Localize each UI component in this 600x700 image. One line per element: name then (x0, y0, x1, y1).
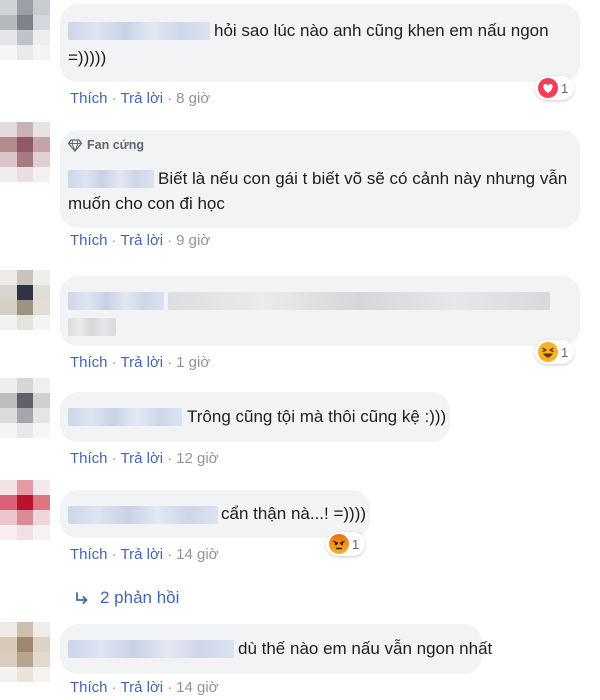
love-icon (538, 78, 558, 98)
separator-dot: · (111, 232, 117, 249)
comment-actions: Thích · Trả lời · 9 giờ (70, 232, 210, 249)
separator-dot: · (111, 679, 117, 696)
comment-text: =))))) (68, 48, 107, 67)
separator-dot: · (111, 546, 117, 563)
reply-link[interactable]: Trả lời (121, 232, 164, 249)
reply-arrow-icon (76, 592, 88, 604)
blurred-author-name[interactable] (68, 292, 164, 310)
comment-timestamp[interactable]: 1 giờ (176, 354, 210, 371)
separator-dot: · (111, 450, 117, 467)
like-link[interactable]: Thích (70, 679, 108, 696)
like-link[interactable]: Thích (70, 546, 108, 563)
comment-actions: Thích · Trả lời · 1 giờ (70, 354, 210, 371)
avatar[interactable] (0, 270, 50, 330)
separator-dot: · (167, 450, 173, 467)
reaction-summary[interactable]: 1 (326, 532, 366, 556)
blurred-comment-text (168, 292, 550, 310)
haha-icon (538, 342, 558, 362)
comment-actions: Thích · Trả lời · 14 giờ (70, 546, 219, 563)
reaction-summary[interactable]: 1 (535, 340, 575, 364)
blurred-author-name[interactable] (68, 170, 154, 188)
reply-link[interactable]: Trả lời (121, 546, 164, 563)
reaction-summary[interactable]: 1 (535, 76, 575, 100)
comment-text: dù thế nào em nấu vẫn ngon nhất (238, 639, 493, 658)
like-link[interactable]: Thích (70, 354, 108, 371)
reaction-count: 1 (561, 344, 569, 360)
replies-label: 2 phản hồi (100, 588, 180, 607)
comment-timestamp[interactable]: 12 giờ (176, 450, 218, 467)
comment-actions: Thích · Trả lời · 8 giờ (70, 90, 210, 107)
comment-text: Biết là nếu con gái t biết võ sẽ có cảnh… (158, 169, 568, 188)
comment-timestamp[interactable]: 14 giờ (176, 546, 218, 563)
like-link[interactable]: Thích (70, 90, 108, 107)
comment-text: Trông cũng tội mà thôi cũng kệ :))) (187, 407, 447, 426)
comment-timestamp[interactable]: 8 giờ (176, 90, 210, 107)
like-link[interactable]: Thích (70, 232, 108, 249)
fan-badge[interactable]: Fan cứng (68, 138, 144, 152)
comment-bubble: hỏi sao lúc nào anh cũng khen em nấu ngo… (60, 4, 580, 82)
avatar[interactable] (0, 378, 50, 438)
reply-link[interactable]: Trả lời (121, 354, 164, 371)
reaction-count: 1 (561, 80, 569, 96)
reply-link[interactable]: Trả lời (121, 450, 164, 467)
avatar[interactable] (0, 622, 50, 682)
blurred-author-name[interactable] (68, 640, 234, 658)
view-replies-link[interactable]: 2 phản hồi (74, 588, 179, 608)
blurred-author-name[interactable] (68, 22, 210, 40)
separator-dot: · (167, 354, 173, 371)
diamond-icon (68, 139, 82, 152)
comment-bubble (60, 276, 580, 346)
like-link[interactable]: Thích (70, 450, 108, 467)
comment-bubble: Trông cũng tội mà thôi cũng kệ :))) (60, 392, 450, 442)
angry-icon (329, 534, 349, 554)
blurred-comment-text (68, 318, 116, 336)
comment-text: hỏi sao lúc nào anh cũng khen em nấu ngo… (214, 21, 549, 40)
separator-dot: · (111, 90, 117, 107)
avatar[interactable] (0, 122, 50, 182)
separator-dot: · (167, 232, 173, 249)
separator-dot: · (111, 354, 117, 371)
badge-label: Fan cứng (87, 138, 144, 152)
separator-dot: · (167, 546, 173, 563)
blurred-author-name[interactable] (68, 408, 182, 426)
avatar[interactable] (0, 480, 50, 540)
separator-dot: · (167, 679, 173, 696)
comment-timestamp[interactable]: 9 giờ (176, 232, 210, 249)
reply-link[interactable]: Trả lời (121, 679, 164, 696)
separator-dot: · (167, 90, 173, 107)
comment-text: muốn cho con đi học (68, 194, 225, 213)
blurred-author-name[interactable] (68, 506, 218, 524)
comment-timestamp[interactable]: 14 giờ (176, 679, 218, 696)
reaction-count: 1 (352, 536, 360, 552)
comment-actions: Thích · Trả lời · 14 giờ (70, 679, 219, 696)
reply-link[interactable]: Trả lời (121, 90, 164, 107)
avatar[interactable] (0, 0, 50, 60)
comment-bubble: dù thế nào em nấu vẫn ngon nhất (60, 624, 492, 674)
comment-text: cẩn thận nà...! =)))) (221, 504, 367, 523)
comment-bubble: cẩn thận nà...! =)))) (60, 490, 370, 538)
comment-actions: Thích · Trả lời · 12 giờ (70, 450, 219, 467)
